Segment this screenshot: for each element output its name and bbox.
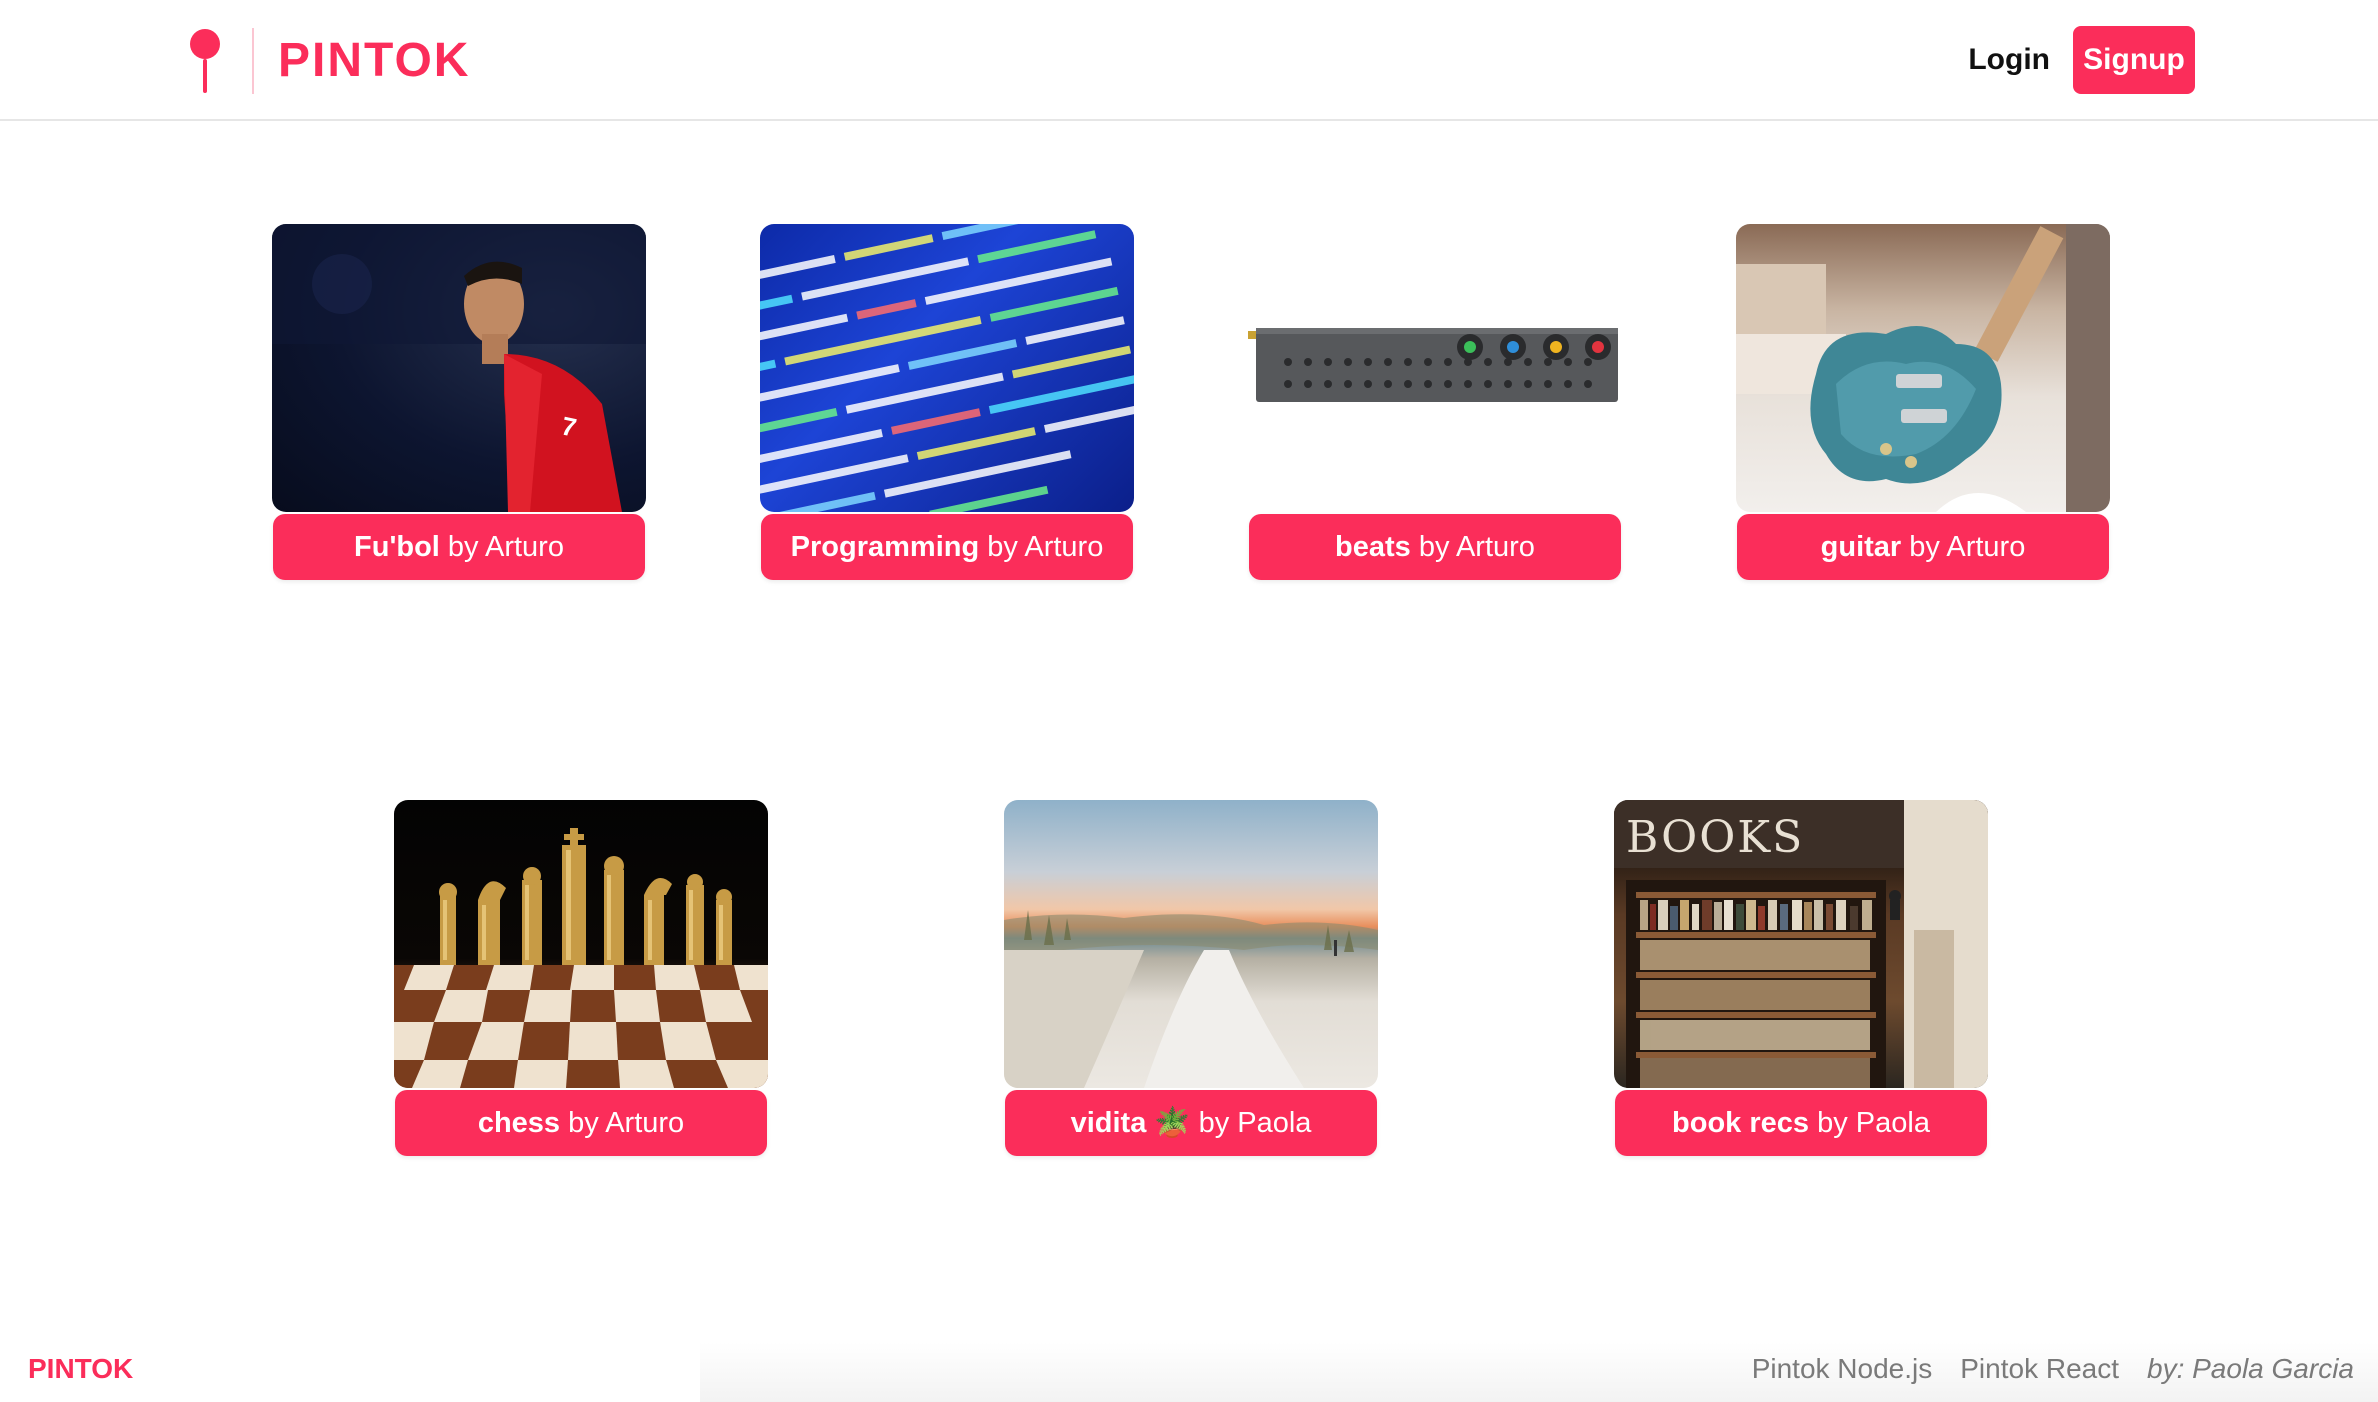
footer-link-react[interactable]: Pintok React [1960,1353,2119,1385]
footer-links: Pintok Node.js Pintok React by: Paola Ga… [1752,1353,2354,1385]
board-caption-button[interactable]: guitar by Arturo [1737,514,2109,580]
auth-nav: Login Signup [1968,26,2195,94]
beach-sunset-image [1004,910,1378,1088]
board-card[interactable]: guitar by Arturo [1736,224,2110,580]
top-nav-bar: PINTOK Login Signup [0,0,2378,121]
board-caption-button[interactable]: beats by Arturo [1249,514,1621,580]
board-card[interactable]: Programming by Arturo [760,224,1134,580]
chess-pieces-image [394,828,768,1088]
board-caption-button[interactable]: chess by Arturo [395,1090,767,1156]
board-title: Fu'bol [354,531,440,563]
brand-logo[interactable]: PINTOK [188,28,470,94]
board-author: by Paola [1198,1107,1312,1139]
board-title: chess [477,1107,561,1139]
board-thumbnail[interactable] [760,224,1134,512]
board-title: Programming [790,531,980,563]
board-card[interactable]: beats by Arturo [1248,224,1622,580]
board-caption-button[interactable]: Programming by Arturo [761,514,1133,580]
board-caption-button[interactable]: book recs by Paola [1615,1090,1987,1156]
login-link[interactable]: Login [1968,43,2050,77]
board-author: by Arturo [568,1107,685,1139]
soccer-player-image: 7 [272,224,646,512]
synthesizer-image [1248,328,1618,402]
board-author: by Arturo [1909,531,2026,563]
board-thumbnail[interactable] [394,800,768,1088]
board-author: by Paola [1817,1107,1930,1139]
board-thumbnail[interactable] [1004,800,1378,1088]
books-sign: BOOKS [1626,812,1804,863]
board-card[interactable]: vidita 🪴 by Paola [1004,800,1378,1156]
board-card[interactable]: 7 Fu'bol by Arturo [272,224,646,580]
code-screen-image [760,224,1134,512]
board-thumbnail[interactable] [1736,224,2110,512]
pin-icon [190,29,220,93]
board-title: guitar [1820,531,1902,563]
board-title: book recs [1672,1107,1810,1139]
board-caption-button[interactable]: Fu'bol by Arturo [273,514,645,580]
board-author: by Arturo [447,531,564,563]
footer-credit: by: Paola Garcia [2147,1353,2354,1384]
brand-divider [252,28,254,94]
board-author: by Arturo [1418,531,1535,563]
board-title: vidita 🪴 [1070,1107,1191,1139]
board-title: beats [1335,531,1411,563]
board-author: by Arturo [987,531,1104,563]
board-card[interactable]: chess by Arturo [394,800,768,1156]
bookstore-image: BOOKS [1614,800,1988,1088]
board-caption-button[interactable]: vidita 🪴 by Paola [1005,1090,1377,1156]
brand-name: PINTOK [278,34,471,87]
board-thumbnail[interactable]: 7 [272,224,646,512]
footer-link-node[interactable]: Pintok Node.js [1752,1353,1933,1385]
board-thumbnail[interactable] [1248,224,1622,512]
board-thumbnail[interactable]: BOOKS [1614,800,1988,1088]
signup-button[interactable]: Signup [2073,26,2195,94]
electric-guitar-image [1736,224,2110,512]
board-card[interactable]: BOOKS book recs by Paola [1614,800,1988,1156]
footer: PINTOK Pintok Node.js Pintok React by: P… [0,1322,2378,1402]
footer-brand[interactable]: PINTOK [28,1353,133,1385]
